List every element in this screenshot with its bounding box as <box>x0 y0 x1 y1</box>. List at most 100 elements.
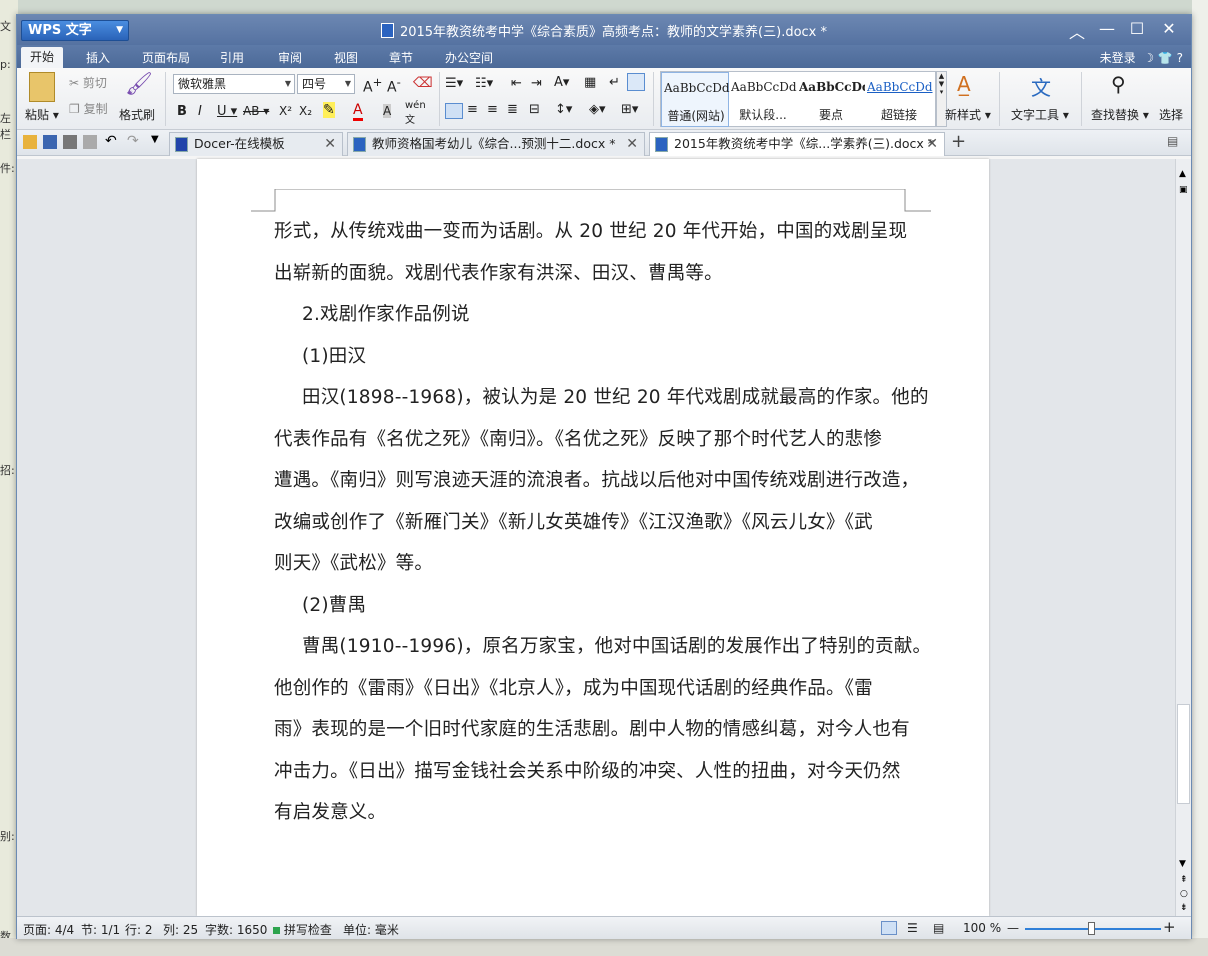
numbered-list-icon[interactable]: ☷▾ <box>475 76 493 91</box>
document-paragraph[interactable]: 2.戏剧作家作品例说 <box>274 294 910 336</box>
select-browse-object-icon[interactable]: ○ <box>1180 889 1188 899</box>
clear-format-icon[interactable]: ⌫ <box>413 75 433 91</box>
document-paragraph[interactable]: 遭遇。《南归》则写浪迹天涯的流浪者。抗战以后他对中国传统戏剧进行改造， <box>274 460 919 502</box>
style-normal-web[interactable]: AaBbCcDd 普通(网站) <box>661 72 730 127</box>
shirt-icon[interactable]: 👕 <box>1158 51 1173 65</box>
document-paragraph[interactable]: 他创作的《雷雨》《日出》《北京人》，成为中国现代话剧的经典作品。《雷 <box>274 668 910 710</box>
font-color-icon[interactable]: A <box>353 102 363 121</box>
outline-view-icon[interactable]: ☰ <box>907 921 918 935</box>
document-paragraph[interactable]: 曹禺(1910--1996)，原名万家宝，他对中国话剧的发展作出了特别的贡献。 <box>274 626 931 668</box>
vertical-scrollbar[interactable]: ▲ ▣ ▼ ⇞ ○ ⇟ <box>1175 159 1191 916</box>
ribbon-collapse-icon[interactable]: ︿ <box>1065 19 1089 43</box>
tab-office-space[interactable]: 办公空间 <box>436 48 502 67</box>
next-page-icon[interactable]: ⇟ <box>1180 903 1188 913</box>
tab-list-icon[interactable]: ▤ <box>1167 134 1178 148</box>
help-icon[interactable]: ? <box>1177 51 1183 65</box>
maximize-button[interactable]: ☐ <box>1125 19 1149 38</box>
document-paragraph[interactable]: 田汉(1898--1968)，被认为是 20 世纪 20 年代戏剧成就最高的作家… <box>274 377 928 419</box>
new-tab-icon[interactable]: + <box>951 131 966 152</box>
prev-page-icon[interactable]: ⇞ <box>1180 875 1188 885</box>
text-direction-icon[interactable]: A▾ <box>554 75 569 90</box>
close-tab-icon[interactable]: ✕ <box>926 133 938 155</box>
align-right-icon[interactable]: ≡ <box>487 102 498 117</box>
format-painter-button[interactable]: 格式刷 <box>119 106 155 123</box>
strikethrough-button[interactable]: AB ▾ <box>243 104 269 118</box>
tab-review[interactable]: 审阅 <box>269 48 311 67</box>
border-icon[interactable]: ⊞▾ <box>621 102 638 117</box>
bold-button[interactable]: B <box>177 104 187 119</box>
document-paragraph[interactable]: 则天》《武松》等。 <box>274 543 910 585</box>
tab-docer-templates[interactable]: Docer-在线模板 ✕ <box>169 132 343 156</box>
increase-indent-icon[interactable]: ⇥ <box>531 76 542 91</box>
tab-chapter[interactable]: 章节 <box>380 48 422 67</box>
print-preview-icon[interactable] <box>83 135 97 149</box>
minimize-button[interactable]: — <box>1095 19 1119 38</box>
document-paragraph[interactable]: 有启发意义。 <box>274 792 910 834</box>
bullet-list-icon[interactable]: ☰▾ <box>445 76 463 91</box>
show-hide-icon[interactable] <box>627 73 645 91</box>
line-spacing-icon[interactable]: ↕▾ <box>555 102 572 117</box>
shading-icon[interactable]: ◈▾ <box>589 102 606 117</box>
tab-reference[interactable]: 引用 <box>211 48 253 67</box>
align-center-icon[interactable]: ≡ <box>467 102 478 117</box>
open-icon[interactable] <box>23 135 37 149</box>
font-name-select[interactable]: 微软雅黑 ▼ <box>173 74 295 94</box>
tab-insert[interactable]: 插入 <box>77 48 119 67</box>
skin-icon[interactable]: ☽ <box>1143 51 1154 65</box>
redo-icon[interactable]: ↷ <box>127 133 139 149</box>
cut-button[interactable]: ✂ 剪切 <box>69 74 107 91</box>
zoom-out-icon[interactable]: — <box>1007 921 1019 935</box>
select-button[interactable]: 选择 <box>1159 106 1183 123</box>
tab-start[interactable]: 开始 <box>21 47 64 68</box>
zoom-in-icon[interactable]: + <box>1163 918 1176 936</box>
paste-icon[interactable] <box>29 72 55 102</box>
justify-icon[interactable]: ≣ <box>507 102 518 117</box>
document-paragraph[interactable]: 出崭新的面貌。戏剧代表作家有洪深、田汉、曹禺等。 <box>274 253 910 295</box>
style-hyperlink[interactable]: AaBbCcDd 超链接 <box>865 72 933 127</box>
close-tab-icon[interactable]: ✕ <box>626 133 638 155</box>
text-tools-button[interactable]: 文字工具 ▾ <box>1011 106 1069 123</box>
font-size-select[interactable]: 四号 ▼ <box>297 74 355 94</box>
document-paragraph[interactable]: (1)田汉 <box>274 336 910 378</box>
char-shading-icon[interactable]: A <box>383 104 392 118</box>
document-paragraph[interactable]: 冲击力。《日出》描写金钱社会关系中阶级的冲突、人性的扭曲，对今天仍然 <box>274 751 910 793</box>
status-unit[interactable]: 单位: 毫米 <box>343 921 399 938</box>
decrease-indent-icon[interactable]: ⇤ <box>511 76 522 91</box>
document-body[interactable]: 形式，从传统戏曲一变而为话剧。从 20 世纪 20 年代开始，中国的戏剧呈现 出崭… <box>274 211 931 834</box>
status-word-count[interactable]: 字数: 1650 <box>205 921 267 938</box>
italic-button[interactable]: I <box>198 104 202 119</box>
subscript-button[interactable]: X₂ <box>299 104 312 118</box>
print-icon[interactable] <box>63 135 77 149</box>
document-paragraph[interactable]: 形式，从传统戏曲一变而为话剧。从 20 世纪 20 年代开始，中国的戏剧呈现 <box>274 211 910 253</box>
paste-button[interactable]: 粘贴 ▾ <box>25 106 59 123</box>
status-page[interactable]: 页面: 4/4 <box>23 921 74 938</box>
shrink-font-icon[interactable]: A- <box>387 75 401 96</box>
document-paragraph[interactable]: (2)曹禺 <box>274 585 910 627</box>
tab-page-layout[interactable]: 页面布局 <box>133 48 199 67</box>
page-view-icon[interactable]: ▣ <box>1179 185 1188 195</box>
align-left-icon[interactable] <box>445 103 463 119</box>
document-paragraph[interactable]: 雨》表现的是一个旧时代家庭的生活悲剧。剧中人物的情感纠葛，对今人也有 <box>274 709 910 751</box>
close-button[interactable]: ✕ <box>1157 19 1181 38</box>
grow-font-icon[interactable]: A+ <box>363 75 382 96</box>
underline-button[interactable]: U ▾ <box>217 104 237 119</box>
highlight-icon[interactable]: ✎ <box>323 102 335 118</box>
document-page[interactable]: 形式，从传统戏曲一变而为话剧。从 20 世纪 20 年代开始，中国的戏剧呈现 出崭… <box>197 159 989 916</box>
style-key-point[interactable]: AaBbCcDd 要点 <box>797 72 865 127</box>
login-link[interactable]: 未登录 <box>1100 51 1136 65</box>
web-view-icon[interactable]: ▤ <box>933 921 944 935</box>
page-view-mode-icon[interactable] <box>881 921 897 935</box>
scroll-down-icon[interactable]: ▼ <box>1179 859 1186 869</box>
new-style-button[interactable]: 新样式 ▾ <box>945 106 991 123</box>
document-paragraph[interactable]: 代表作品有《名优之死》《南归》。《名优之死》反映了那个时代艺人的悲惨 <box>274 419 910 461</box>
table-grid-icon[interactable]: ▦ <box>584 75 596 90</box>
close-tab-icon[interactable]: ✕ <box>324 133 336 155</box>
paragraph-mark-icon[interactable]: ↵ <box>609 75 620 90</box>
undo-icon[interactable]: ↶ <box>105 133 117 149</box>
copy-button[interactable]: ❐ 复制 <box>69 100 108 117</box>
zoom-slider-handle[interactable] <box>1088 922 1095 935</box>
document-paragraph[interactable]: 改编或创作了《新雁门关》《新儿女英雄传》《江汉渔歌》《风云儿女》《武 <box>274 502 910 544</box>
scroll-up-icon[interactable]: ▲ <box>1179 169 1186 179</box>
style-default-paragraph[interactable]: AaBbCcDd 默认段... <box>729 72 797 127</box>
find-replace-button[interactable]: 查找替换 ▾ <box>1091 106 1149 123</box>
